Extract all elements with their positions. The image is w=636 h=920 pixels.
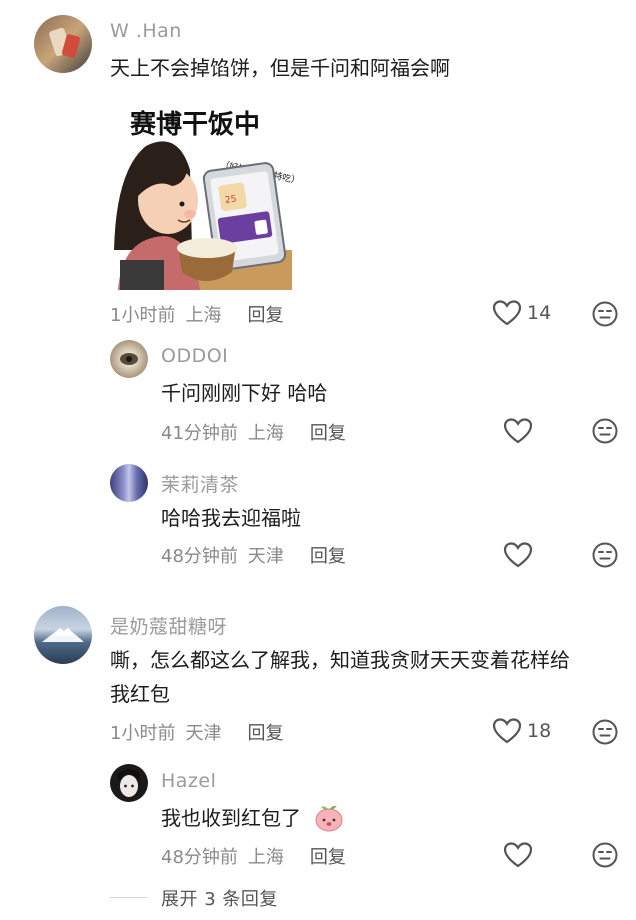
- reply-meta: 41分钟前 上海 回复: [161, 419, 356, 445]
- reply-button[interactable]: 回复: [247, 723, 283, 744]
- reply-location: 上海: [247, 423, 284, 444]
- reply-username[interactable]: ODDOI: [161, 345, 228, 367]
- reply-time: 41分钟前: [161, 423, 238, 444]
- reply-text: 哈哈我去迎福啦: [161, 506, 301, 530]
- avatar[interactable]: [110, 340, 148, 378]
- avatar[interactable]: [110, 464, 148, 502]
- like-heart-icon[interactable]: [503, 417, 533, 445]
- emoji-reaction-icon[interactable]: [592, 719, 618, 745]
- expand-replies-button[interactable]: 展开 3 条回复: [161, 885, 278, 911]
- comment-username[interactable]: W .Han: [110, 20, 182, 42]
- reply-text: 我也收到红包了: [161, 806, 301, 830]
- reply-button[interactable]: 回复: [310, 847, 346, 868]
- comment-location: 上海: [185, 305, 222, 326]
- comment-location: 天津: [185, 723, 222, 744]
- like-heart-icon[interactable]: [492, 717, 522, 745]
- sticker-card-number: 25: [224, 194, 237, 205]
- sticker-title: 赛博干饭中: [129, 109, 260, 140]
- reply-meta: 48分钟前 上海 回复: [161, 843, 356, 869]
- like-heart-icon[interactable]: [492, 299, 522, 327]
- avatar[interactable]: [110, 764, 148, 802]
- comment-username[interactable]: 是奶蔻甜糖呀: [110, 612, 227, 639]
- like-count: 14: [527, 302, 552, 324]
- comment-meta: 1小时前 天津 回复: [110, 719, 293, 745]
- reply-username[interactable]: 茉莉清茶: [161, 470, 239, 497]
- emoji-reaction-icon[interactable]: [592, 542, 618, 568]
- reply-button[interactable]: 回复: [247, 305, 283, 326]
- emoji-reaction-icon[interactable]: [592, 842, 618, 868]
- comment-time: 1小时前: [110, 305, 176, 326]
- like-heart-icon[interactable]: [503, 541, 533, 569]
- reply-text: 千问刚刚下好 哈哈: [161, 381, 328, 405]
- expand-divider: [110, 897, 148, 898]
- peach-emoji-icon: [315, 805, 343, 832]
- reply-button[interactable]: 回复: [310, 423, 346, 444]
- reply-time: 48分钟前: [161, 546, 238, 567]
- reply-button[interactable]: 回复: [310, 546, 346, 567]
- avatar[interactable]: [34, 606, 92, 664]
- sticker-image[interactable]: 赛博干饭中 （好饭我大吃特吃） 25: [108, 100, 301, 290]
- reply-location: 天津: [247, 546, 284, 567]
- comment-text: 嘶，怎么都这么了解我，知道我贪财天天变着花样给: [110, 648, 570, 672]
- emoji-reaction-icon[interactable]: [592, 301, 618, 327]
- comment-time: 1小时前: [110, 723, 176, 744]
- avatar[interactable]: [34, 15, 92, 73]
- reply-time: 48分钟前: [161, 847, 238, 868]
- reply-location: 上海: [247, 847, 284, 868]
- emoji-reaction-icon[interactable]: [592, 418, 618, 444]
- comment-text: 天上不会掉馅饼，但是千问和阿福会啊: [110, 56, 450, 80]
- like-count: 18: [527, 720, 552, 742]
- reply-username[interactable]: Hazel: [161, 770, 216, 792]
- reply-meta: 48分钟前 天津 回复: [161, 542, 356, 568]
- comment-text-line2: 我红包: [110, 682, 170, 706]
- like-heart-icon[interactable]: [503, 841, 533, 869]
- comment-meta: 1小时前 上海 回复: [110, 301, 293, 327]
